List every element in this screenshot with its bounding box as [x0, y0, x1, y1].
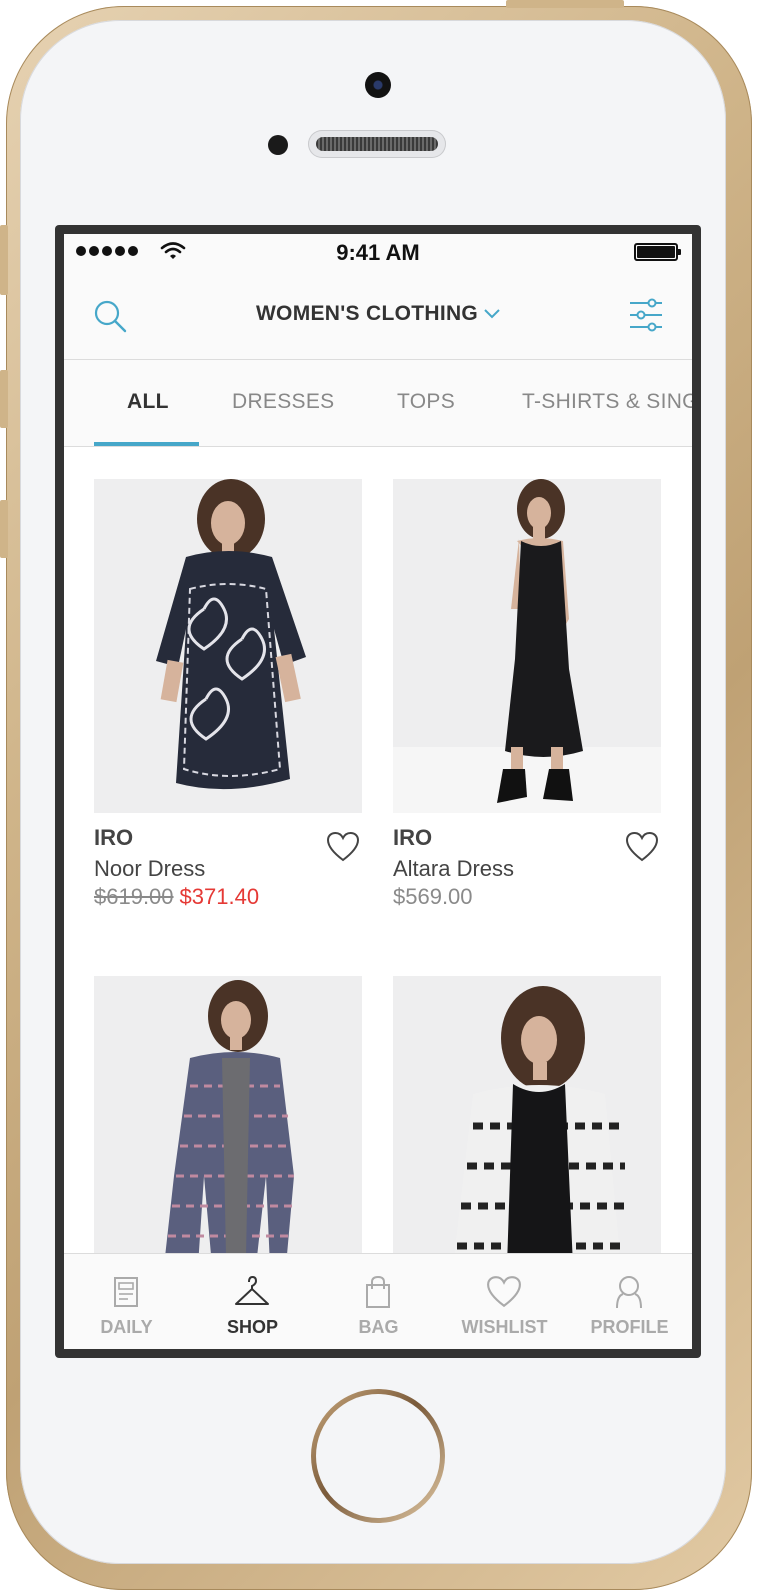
- tab-bag[interactable]: BAG: [316, 1254, 441, 1349]
- product-card[interactable]: IRO Noor Dress $619.00 $371.40: [94, 479, 362, 909]
- tab-tops[interactable]: TOPS: [397, 390, 455, 414]
- tab-label: PROFILE: [590, 1317, 669, 1337]
- active-tab-indicator: [94, 442, 199, 446]
- product-name: Altara Dress: [393, 856, 515, 881]
- product-card[interactable]: IRO Altara Dress $569.00: [393, 479, 661, 909]
- volume-up-button: [0, 370, 8, 428]
- heart-icon: [487, 1276, 521, 1308]
- navigation-bar: WOMEN'S CLOTHING: [64, 274, 692, 360]
- status-bar: 9:41 AM: [64, 234, 692, 274]
- chevron-down-icon: [484, 309, 500, 319]
- product-image[interactable]: [393, 479, 661, 813]
- newspaper-icon: [114, 1277, 138, 1307]
- tab-label: DAILY: [100, 1317, 153, 1337]
- heart-icon[interactable]: [326, 831, 360, 863]
- sale-price: $371.40: [179, 884, 260, 909]
- original-price: $619.00: [94, 884, 174, 909]
- proximity-sensor: [268, 135, 288, 155]
- person-icon: [616, 1276, 642, 1309]
- heart-icon[interactable]: [625, 831, 659, 863]
- tab-all[interactable]: ALL: [127, 390, 169, 414]
- category-selector[interactable]: WOMEN'S CLOTHING: [64, 302, 692, 326]
- category-tabs: ALL DRESSES TOPS T-SHIRTS & SING: [64, 360, 692, 447]
- tab-wishlist[interactable]: WISHLIST: [442, 1254, 567, 1349]
- front-camera: [365, 72, 391, 98]
- product-brand: IRO: [94, 825, 134, 850]
- tab-label: BAG: [358, 1317, 399, 1337]
- product-price: $569.00: [393, 884, 473, 910]
- product-price: $619.00 $371.40: [94, 884, 259, 910]
- tab-label: WISHLIST: [461, 1317, 548, 1337]
- tab-tshirts-singlets[interactable]: T-SHIRTS & SING: [522, 390, 692, 414]
- hanger-icon: [235, 1275, 269, 1305]
- product-image[interactable]: [94, 479, 362, 813]
- tab-label: SHOP: [226, 1317, 278, 1337]
- tab-shop[interactable]: SHOP: [190, 1254, 315, 1349]
- app-screen: 9:41 AM WOMEN'S CLOTHING ALL DRESSES TOP…: [64, 234, 692, 1349]
- shopping-bag-icon: [366, 1275, 390, 1308]
- bottom-tab-bar: DAILY SHOP BAG WISHLIST PROFILE: [64, 1253, 692, 1349]
- tab-profile[interactable]: PROFILE: [567, 1254, 692, 1349]
- home-button[interactable]: [311, 1389, 445, 1523]
- mute-switch: [0, 225, 8, 295]
- battery-icon: [634, 243, 681, 261]
- power-button: [506, 0, 624, 8]
- product-name: Noor Dress: [94, 856, 206, 881]
- status-time: 9:41 AM: [336, 240, 420, 265]
- tab-dresses[interactable]: DRESSES: [232, 390, 334, 414]
- tab-daily[interactable]: DAILY: [64, 1254, 189, 1349]
- page-title: WOMEN'S CLOTHING: [255, 302, 479, 325]
- regular-price: $569.00: [393, 884, 473, 909]
- filter-sliders-icon[interactable]: [628, 298, 664, 332]
- product-brand: IRO: [393, 825, 433, 850]
- volume-down-button: [0, 500, 8, 558]
- earpiece-speaker: [308, 130, 446, 158]
